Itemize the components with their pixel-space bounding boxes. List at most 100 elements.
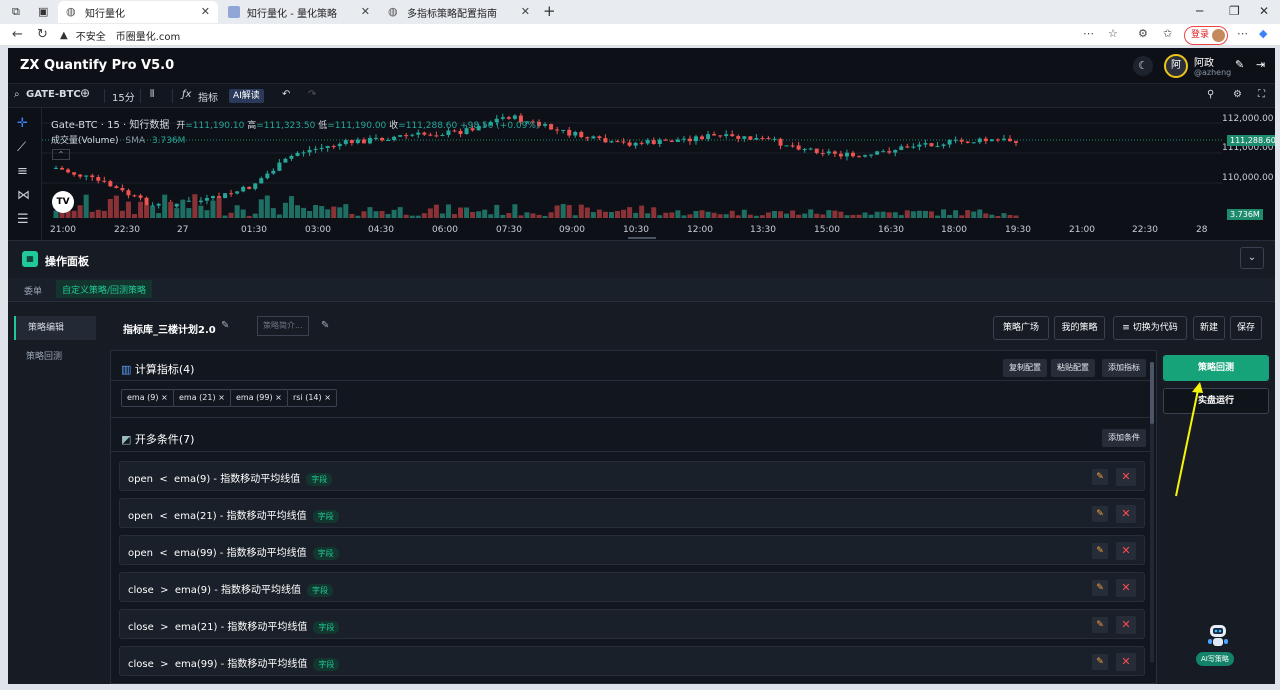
delete-condition-icon[interactable]: ✕: [1116, 542, 1136, 560]
fullscreen-icon[interactable]: ⛶: [1258, 89, 1265, 100]
more-icon[interactable]: ⋯: [1083, 27, 1094, 40]
edit-name-pencil-icon[interactable]: ✎: [221, 320, 229, 331]
candle-body: [374, 137, 378, 139]
tab-custom-strategy[interactable]: 自定义策略/回测策略: [56, 280, 153, 298]
chart-area[interactable]: ✛ ⟋ ≡ ⋈ ☰ Gate-BTC · 15 · 知行数据 开=111,190…: [8, 108, 1275, 240]
browser-tab-2[interactable]: 知行量化 - 量化策略 ✕: [220, 1, 378, 23]
condition-row[interactable]: open < ema(21) - 指数移动平均线值 字段 ✎ ✕: [119, 498, 1145, 528]
add-indicator-button[interactable]: 添加指标: [1102, 359, 1146, 377]
redo-icon[interactable]: ↷: [308, 89, 316, 100]
edit-profile-icon[interactable]: ✎: [1235, 58, 1244, 71]
indicator-chip[interactable]: ema (99) ×: [230, 389, 288, 407]
remove-chip-icon[interactable]: ×: [275, 393, 282, 402]
tab-orders[interactable]: 委单: [24, 284, 42, 297]
crosshair-icon[interactable]: ✛: [17, 116, 28, 131]
ai-interpret-button[interactable]: AI解读: [229, 89, 264, 103]
edit-condition-pencil-icon[interactable]: ✎: [1092, 543, 1108, 559]
panel-collapse-chevron-icon[interactable]: ⌄: [1240, 247, 1264, 269]
settings-gear-icon[interactable]: ⚙: [1233, 89, 1242, 100]
menu-icon[interactable]: ⋯: [1237, 27, 1248, 40]
url-field[interactable]: ▲ 不安全 币圈量化.com: [60, 26, 1105, 44]
close-window-icon[interactable]: ✕: [1259, 4, 1269, 18]
edit-brief-pencil-icon[interactable]: ✎: [321, 320, 329, 331]
indicator-chip[interactable]: ema (21) ×: [173, 389, 231, 407]
close-tab-icon[interactable]: ✕: [201, 5, 210, 18]
undo-icon[interactable]: ↶: [282, 89, 290, 100]
copy-config-button[interactable]: 复制配置: [1003, 359, 1047, 377]
condition-row[interactable]: close > ema(99) - 指数移动平均线值 字段 ✎ ✕: [119, 646, 1145, 676]
strategy-brief-input[interactable]: 策略简介...: [257, 316, 309, 336]
delete-condition-icon[interactable]: ✕: [1116, 468, 1136, 486]
search-icon[interactable]: ⌕: [14, 89, 20, 100]
extensions-icon[interactable]: ⚙: [1138, 27, 1148, 40]
delete-condition-icon[interactable]: ✕: [1116, 579, 1136, 597]
logout-icon[interactable]: ⇥: [1256, 58, 1265, 71]
url-text: 币圈量化.com: [115, 31, 181, 43]
delete-condition-icon[interactable]: ✕: [1116, 505, 1136, 523]
close-tab-icon[interactable]: ✕: [361, 5, 370, 18]
browser-tab-1[interactable]: ◍ 知行量化 ✕: [58, 1, 218, 23]
sidebar-item-edit[interactable]: 策略编辑: [14, 316, 96, 340]
theme-toggle-moon-icon[interactable]: ☾: [1133, 56, 1153, 76]
delete-condition-icon[interactable]: ✕: [1116, 653, 1136, 671]
maximize-icon[interactable]: ❐: [1229, 4, 1240, 18]
condition-row[interactable]: open < ema(9) - 指数移动平均线值 字段 ✎ ✕: [119, 461, 1145, 491]
delete-condition-icon[interactable]: ✕: [1116, 616, 1136, 634]
user-avatar[interactable]: 阿: [1164, 54, 1188, 78]
new-button[interactable]: 新建: [1193, 316, 1225, 340]
condition-row[interactable]: open < ema(99) - 指数移动平均线值 字段 ✎ ✕: [119, 535, 1145, 565]
condition-row[interactable]: close > ema(9) - 指数移动平均线值 字段 ✎ ✕: [119, 572, 1145, 602]
interval-selector[interactable]: 15分: [112, 89, 135, 104]
back-icon[interactable]: ←: [12, 27, 23, 42]
alert-icon[interactable]: ⚲: [1207, 89, 1214, 100]
pane-resize-handle[interactable]: [628, 237, 656, 239]
add-condition-button[interactable]: 添加条件: [1102, 429, 1146, 447]
edit-condition-pencil-icon[interactable]: ✎: [1092, 469, 1108, 485]
minimize-icon[interactable]: ─: [1196, 4, 1203, 18]
indicator-fx-icon[interactable]: ƒx: [182, 89, 191, 100]
tab-actions-icon[interactable]: ▣: [38, 5, 48, 18]
indicator-chip[interactable]: rsi (14) ×: [287, 389, 337, 407]
run-backtest-button[interactable]: 策略回测: [1163, 355, 1269, 381]
scrollbar-thumb[interactable]: [1150, 362, 1154, 424]
browser-tab-3[interactable]: ◍ 多指标策略配置指南 ✕: [380, 1, 538, 23]
annotation-arrow: [1175, 382, 1203, 497]
volume-bar: [482, 209, 488, 218]
save-button[interactable]: 保存: [1230, 316, 1262, 340]
trendline-icon[interactable]: ⟋: [17, 140, 26, 155]
collapse-legend-button[interactable]: ⌃: [52, 149, 70, 160]
condition-row[interactable]: close > ema(21) - 指数移动平均线值 字段 ✎ ✕: [119, 609, 1145, 639]
add-symbol-icon[interactable]: ⊕: [80, 86, 90, 100]
close-tab-icon[interactable]: ✕: [521, 5, 530, 18]
new-tab-icon[interactable]: +: [543, 2, 556, 20]
indicator-chip[interactable]: ema (9) ×: [121, 389, 174, 407]
fib-icon[interactable]: ☰: [17, 212, 29, 227]
favorite-icon[interactable]: ☆: [1108, 27, 1118, 40]
remove-chip-icon[interactable]: ×: [324, 393, 331, 402]
login-button[interactable]: 登录: [1184, 26, 1228, 45]
switch-to-code-button[interactable]: ≡ 切换为代码: [1113, 316, 1187, 340]
remove-chip-icon[interactable]: ×: [218, 393, 225, 402]
edit-condition-pencil-icon[interactable]: ✎: [1092, 580, 1108, 596]
my-strategy-button[interactable]: 我的策略: [1054, 316, 1105, 340]
pattern-icon[interactable]: ⋈: [17, 188, 30, 203]
remove-chip-icon[interactable]: ×: [161, 393, 168, 402]
edit-condition-pencil-icon[interactable]: ✎: [1092, 506, 1108, 522]
workspaces-icon[interactable]: ⧉: [12, 5, 20, 19]
edit-condition-pencil-icon[interactable]: ✎: [1092, 617, 1108, 633]
copilot-icon[interactable]: ◆: [1259, 27, 1267, 40]
strategy-square-button[interactable]: 策略广场: [993, 316, 1049, 340]
favorites-bar-icon[interactable]: ✩: [1163, 27, 1172, 40]
reload-icon[interactable]: ↻: [37, 27, 48, 42]
ai-write-strategy-button[interactable]: AI写策略: [1196, 652, 1234, 666]
horizontal-lines-icon[interactable]: ≡: [17, 164, 28, 179]
candle-type-icon[interactable]: ⫴: [150, 89, 154, 100]
indicator-button[interactable]: 指标: [198, 89, 218, 104]
candle-body: [573, 131, 578, 136]
toolbar-divider: [140, 89, 141, 103]
paste-config-button[interactable]: 粘贴配置: [1051, 359, 1095, 377]
sidebar-item-backtest[interactable]: 策略回测: [14, 345, 96, 369]
edit-condition-pencil-icon[interactable]: ✎: [1092, 654, 1108, 670]
robot-assistant-icon[interactable]: [1207, 623, 1229, 649]
symbol-selector[interactable]: GATE-BTC: [26, 89, 81, 100]
